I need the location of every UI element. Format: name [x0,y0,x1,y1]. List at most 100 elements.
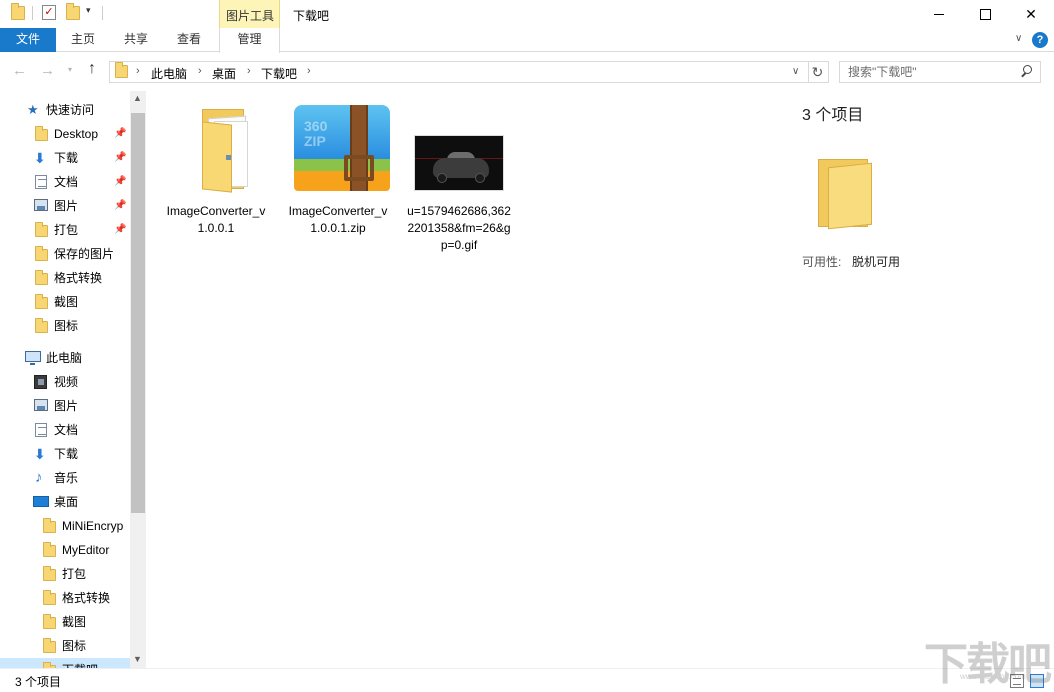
search-input[interactable] [848,64,1018,80]
pictures-icon [34,199,48,211]
pin-icon[interactable]: 📌 [114,146,126,170]
help-icon[interactable]: ? [1032,32,1048,48]
pin-icon[interactable]: 📌 [114,170,126,194]
sidebar-item-downloads[interactable]: ⬇ 下载 📌 [0,146,130,170]
scroll-up-icon[interactable]: ▲ [133,93,142,103]
title-bar: ✓ ▾ 图片工具 下载吧 ✕ [0,0,1054,28]
sidebar-item-current-folder[interactable]: 下载吧 [0,658,130,668]
folder-icon[interactable] [11,3,25,20]
sidebar-item-documents[interactable]: 文档 📌 [0,170,130,194]
maximize-button[interactable] [962,0,1008,28]
tab-view[interactable]: 查看 [165,28,213,52]
up-arrow-icon[interactable]: ↑ [88,60,96,78]
sidebar-item-label: 截图 [54,295,79,309]
folder-icon [35,270,48,285]
sidebar-item-screenshots[interactable]: 截图 [0,290,130,314]
sidebar-item-pictures[interactable]: 图片 📌 [0,194,130,218]
recent-locations-icon[interactable]: ▾ [68,65,72,74]
sidebar-item-label: 打包 [62,567,87,581]
sidebar-item-label: 快速访问 [46,103,95,117]
tab-share[interactable]: 共享 [112,28,160,52]
sidebar-item-label: Desktop [54,127,99,141]
sidebar-item-this-pc[interactable]: 此电脑 [0,346,130,370]
file-name: ImageConverter_v1.0.0.1.zip [288,204,388,235]
details-pane: 3 个项目 可用性: 脱机可用 [778,91,1054,668]
properties-icon[interactable]: ✓ [42,5,56,20]
new-folder-icon[interactable] [66,3,80,20]
status-bar: 3 个项目 [0,668,1054,692]
sidebar-item-desktop-pc[interactable]: 桌面 [0,490,130,514]
sidebar-item-pack[interactable]: 打包 📌 [0,218,130,242]
tab-home[interactable]: 主页 [59,28,107,52]
folder-icon [115,62,128,78]
chevron-down-icon[interactable]: ∨ [792,66,799,77]
folder-icon [818,159,874,230]
sidebar-item-documents-pc[interactable]: 文档 [0,418,130,442]
breadcrumb-desktop[interactable]: 桌面 [212,65,236,82]
tab-file[interactable]: 文件 [0,28,56,52]
sidebar-item-icons-desktop[interactable]: 图标 [0,634,130,658]
folder-icon [35,318,48,333]
sidebar-item-miniencryp[interactable]: MiNiEncryp [0,514,130,538]
folder-icon [43,518,56,533]
folder-icon [43,590,56,605]
download-icon: ⬇ [34,150,46,166]
sidebar-item-pack-desktop[interactable]: 打包 [0,562,130,586]
minimize-button[interactable] [916,0,962,28]
zip-badge-text: 360 ZIP [304,118,328,149]
file-name: u=1579462686,3622201358&fm=26&gp=0.gif [407,204,511,252]
back-arrow-icon[interactable]: ← [12,62,27,79]
sidebar-item-label: 图片 [54,399,79,413]
sidebar-item-label: 图片 [54,199,79,213]
sidebar-item-format-convert-desktop[interactable]: 格式转换 [0,586,130,610]
folder-icon [43,614,56,629]
chevron-right-icon[interactable]: › [307,65,311,77]
sidebar-item-label: 文档 [54,423,79,437]
chevron-right-icon[interactable]: › [136,65,140,77]
sidebar-item-label: 截图 [62,615,87,629]
search-box[interactable] [839,61,1041,83]
sidebar-item-label: 下载吧 [62,658,98,668]
sidebar-item-icons[interactable]: 图标 [0,314,130,338]
sidebar-item-saved-pictures[interactable]: 保存的图片 [0,242,130,266]
sidebar-item-screenshots-desktop[interactable]: 截图 [0,610,130,634]
forward-arrow-icon[interactable]: → [40,62,55,79]
sidebar-item-downloads-pc[interactable]: ⬇ 下载 [0,442,130,466]
address-bar[interactable]: › 此电脑 › 桌面 › 下载吧 › ∨ [109,61,809,83]
refresh-button[interactable]: ↻ [807,61,829,83]
pin-icon[interactable]: 📌 [114,218,126,242]
context-tab-header-label: 图片工具 [226,9,275,23]
pin-icon[interactable]: 📌 [114,122,126,146]
folder-icon [35,246,48,261]
chevron-right-icon[interactable]: › [198,65,202,77]
sidebar-item-videos[interactable]: 视频 [0,370,130,394]
sidebar-item-label: 下载 [54,151,79,165]
watermark-text: 下载吧 [924,639,1052,690]
tab-manage[interactable]: 管理 [219,28,280,53]
sidebar-item-quick-access[interactable]: ★ 快速访问 [0,98,130,122]
navigation-bar: ← → ▾ ↑ › 此电脑 › 桌面 › 下载吧 › ∨ ↻ [0,53,1054,91]
sidebar-item-music[interactable]: ♪ 音乐 [0,466,130,490]
details-item-count: 3 个项目 [802,107,864,124]
breadcrumb-current[interactable]: 下载吧 [261,65,297,82]
pin-icon[interactable]: 📌 [114,194,126,218]
sidebar-scrollbar-thumb[interactable] [131,113,145,513]
search-icon[interactable] [1020,64,1034,78]
document-icon [35,423,47,437]
sidebar-item-format-convert[interactable]: 格式转换 [0,266,130,290]
chevron-right-icon[interactable]: › [247,65,251,77]
sidebar-item-desktop[interactable]: Desktop 📌 [0,122,130,146]
close-button[interactable]: ✕ [1008,0,1054,28]
download-icon: ⬇ [34,446,46,462]
sidebar-item-label: 打包 [54,223,79,237]
quick-access-dropdown-icon[interactable]: ▾ [86,5,91,16]
breadcrumb-this-pc[interactable]: 此电脑 [151,65,187,82]
scroll-down-icon[interactable]: ▼ [133,654,142,664]
watermark-url: www.xiazaiba.com [960,672,1026,681]
sidebar-item-label: 文档 [54,175,79,189]
sidebar-item-pictures-pc[interactable]: 图片 [0,394,130,418]
sidebar-item-label: 图标 [62,639,87,653]
sidebar-item-myeditor[interactable]: MyEditor [0,538,130,562]
expand-ribbon-icon[interactable]: ∨ [1015,33,1022,44]
sidebar-item-label: 音乐 [54,471,79,485]
